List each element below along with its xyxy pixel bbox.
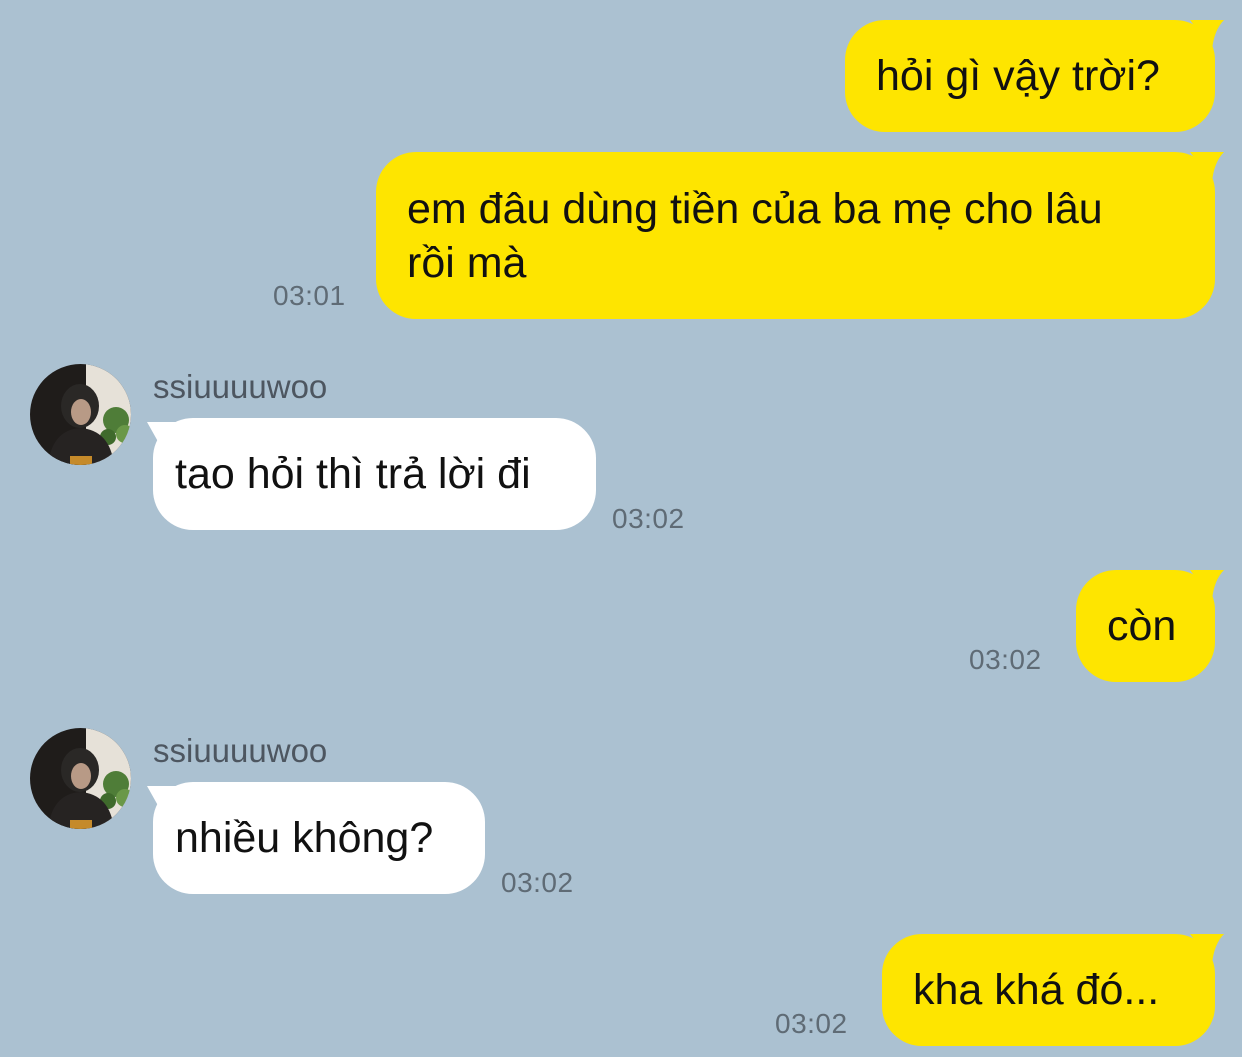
outgoing-message-bubble[interactable]: em đâu dùng tiền của ba mẹ cho lâu rồi m… [376,152,1215,319]
bubble-tail-icon [147,422,179,454]
profile-photo-icon [30,364,131,465]
bubble-tail-icon [1190,20,1224,50]
message-timestamp: 03:02 [969,644,1042,675]
bubble-tail-icon [1190,570,1224,600]
message-text: tao hỏi thì trả lời đi [175,450,531,498]
message-timestamp: 03:02 [775,1008,848,1039]
message-timestamp: 03:02 [612,503,685,534]
message-text: hỏi gì vậy trời? [876,52,1160,100]
message-text: nhiều không? [175,814,434,862]
bubble-tail-icon [147,786,179,818]
avatar[interactable] [30,728,131,829]
avatar[interactable] [30,364,131,465]
outgoing-message-bubble[interactable]: hỏi gì vậy trời? [845,20,1215,132]
profile-photo-icon [30,728,131,829]
message-timestamp: 03:02 [501,867,574,898]
bubble-tail-icon [1190,934,1224,964]
message-text: kha khá đó... [913,966,1160,1014]
incoming-message-bubble[interactable]: nhiều không? [153,782,485,894]
sender-name: ssiuuuuwoo [153,368,328,405]
sender-name: ssiuuuuwoo [153,732,328,769]
message-text: em đâu dùng tiền của ba mẹ cho lâu rồi m… [407,185,1103,287]
message-timestamp: 03:01 [273,280,346,311]
outgoing-message-bubble[interactable]: kha khá đó... [882,934,1215,1046]
incoming-message-bubble[interactable]: tao hỏi thì trả lời đi [153,418,596,530]
bubble-tail-icon [1190,152,1224,182]
